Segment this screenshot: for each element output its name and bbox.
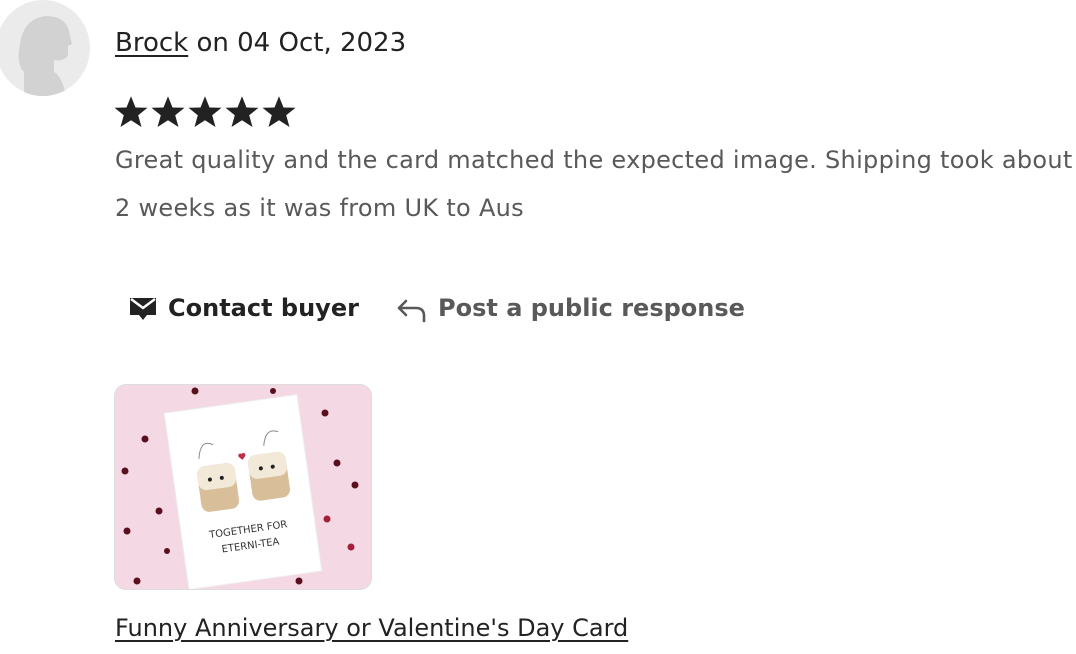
listing-thumbnail[interactable]: TOGETHER FOR ETERNI-TEA [114,384,372,590]
post-public-response-button[interactable]: Post a public response [396,293,745,323]
star-icon [151,96,185,127]
star-icon [188,96,222,127]
date-prefix: on [188,28,238,58]
post-public-response-label: Post a public response [438,294,745,322]
star-rating [113,94,297,130]
review-meta: Brock on 04 Oct, 2023 [115,24,406,62]
star-icon [262,96,296,127]
contact-buyer-button[interactable]: Contact buyer [128,293,359,323]
reply-arrow-icon [397,299,426,323]
card-image: TOGETHER FOR ETERNI-TEA [115,385,371,589]
reviewer-avatar [0,0,90,96]
listing-title-link[interactable]: Funny Anniversary or Valentine's Day Car… [115,609,628,647]
avatar-placeholder-icon [18,16,73,96]
star-icon [114,96,148,127]
contact-buyer-label: Contact buyer [168,294,359,322]
envelope-icon [130,298,156,320]
reviewer-name-link[interactable]: Brock [115,28,188,58]
review-text: Great quality and the card matched the e… [115,146,1073,222]
review-date: 04 Oct, 2023 [237,28,407,58]
star-icon [225,96,259,127]
